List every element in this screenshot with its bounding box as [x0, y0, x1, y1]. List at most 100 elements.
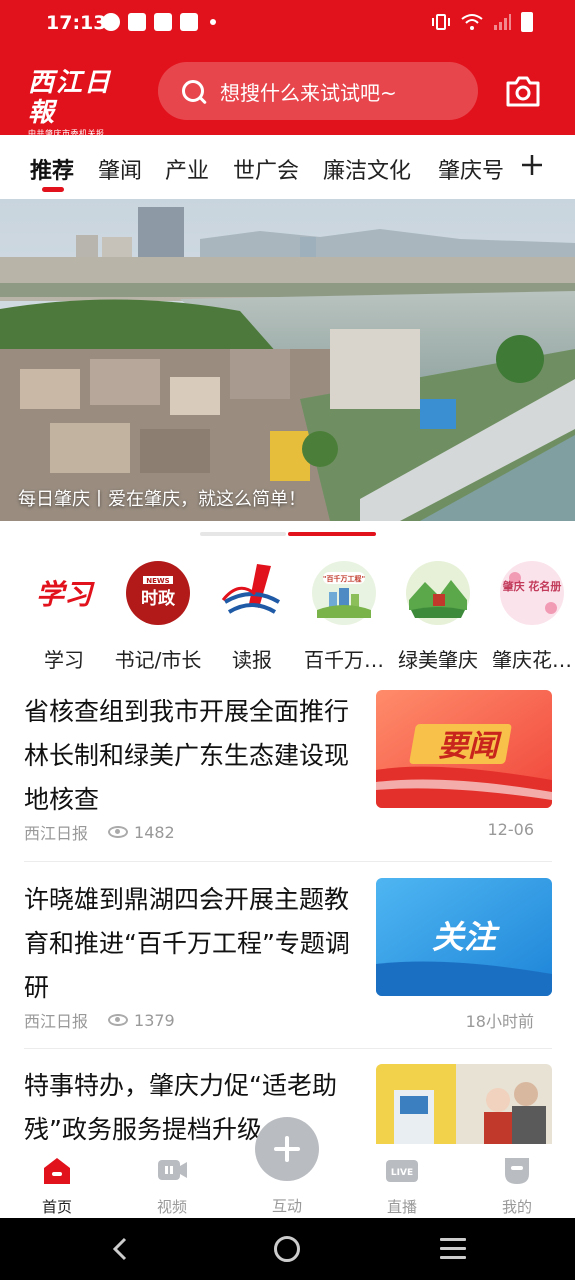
active-tab-indicator — [42, 187, 64, 192]
flower-roster-icon: 肇庆 花名册 — [500, 561, 564, 625]
news-views: 1482 — [108, 823, 175, 842]
headline-thumbnail-image: 要闻 — [376, 690, 552, 808]
app-logo[interactable]: 西江日報 中共肇庆市委机关报 — [28, 68, 132, 138]
banner-caption: 每日肇庆丨爱在肇庆，就这么简单！ — [18, 489, 306, 510]
more-notifications-icon — [210, 19, 216, 25]
baiqianwan-project-icon: "百千万工程" — [312, 561, 376, 625]
news-thumbnail: 要闻 — [376, 690, 552, 808]
carousel-indicator-inactive — [200, 532, 286, 536]
camera-icon[interactable] — [504, 72, 542, 110]
tab-zhaowen[interactable]: 肇闻 — [98, 153, 142, 185]
tab-industry[interactable]: 产业 — [165, 153, 209, 185]
interact-fab-button[interactable] — [255, 1117, 319, 1181]
back-icon[interactable] — [110, 1236, 130, 1262]
service-hall-photo — [376, 1064, 552, 1144]
shortcut-read-paper[interactable]: 读报 — [206, 560, 298, 673]
battery-icon — [521, 12, 533, 32]
nav-interact-label[interactable]: 互动 — [252, 1195, 322, 1216]
nav-label: 直播 — [386, 1198, 417, 1216]
news-meta: 西江日报 1482 — [24, 820, 175, 844]
divider — [24, 861, 552, 862]
shortcut-zhaoqing-flowers[interactable]: 肇庆 花名册 肇庆花… — [486, 560, 575, 673]
carousel-indicator-active — [288, 532, 376, 536]
shortcut-label: 书记/市长 — [114, 648, 202, 672]
plus-icon — [274, 1136, 300, 1162]
thumbnail-text: 要闻 — [438, 729, 502, 764]
focus-thumbnail-image: 关注 — [376, 878, 552, 996]
home-icon — [44, 1158, 70, 1184]
nav-label: 视频 — [156, 1198, 187, 1216]
shortcut-label: 学习 — [44, 648, 84, 672]
wifi-icon — [461, 14, 483, 30]
tab-integrity-culture[interactable]: 廉洁文化 — [323, 153, 411, 185]
nav-live[interactable]: LIVE 直播 — [367, 1154, 437, 1217]
home-button-icon[interactable] — [274, 1236, 300, 1262]
baiqianwan-icon-text: "百千万工程" — [323, 574, 365, 583]
status-bar: 17:13 — [0, 0, 575, 48]
news-item[interactable]: 省核查组到我市开展全面推行林长制和绿美广东生态建设现地核查 西江日报 1482 … — [24, 690, 552, 850]
nav-video[interactable]: 视频 — [137, 1154, 207, 1217]
shortcut-baiqianwan[interactable]: "百千万工程" 百千万… — [298, 560, 390, 673]
shortcut-study[interactable]: 学习 学习 — [18, 560, 110, 673]
search-bar[interactable]: 想搜什么来试试吧~ — [158, 62, 478, 120]
search-icon — [182, 80, 204, 102]
shortcut-label: 绿美肇庆 — [398, 648, 478, 672]
recent-apps-icon[interactable] — [440, 1238, 466, 1265]
shortcut-label: 肇庆花… — [492, 648, 572, 672]
news-views: 1379 — [108, 1011, 175, 1030]
app-header: 17:13 西江日報 中共肇庆市委机关报 想搜什么来试试吧~ — [0, 0, 575, 138]
news-view-count: 1482 — [134, 822, 175, 842]
news-item[interactable]: 许晓雄到鼎湖四会开展主题教育和推进“百千万工程”专题调研 西江日报 1379 1… — [24, 878, 552, 1038]
newspaper-logo-icon — [221, 564, 281, 614]
clock-app-icon — [102, 13, 120, 31]
shortcut-label: 读报 — [232, 648, 272, 672]
tab-zhaoqing-account[interactable]: 肇庆号 — [438, 153, 504, 185]
politics-news-icon: NEWS 时政 — [126, 561, 190, 625]
news-thumbnail — [376, 1064, 552, 1144]
tab-expo[interactable]: 世广会 — [233, 153, 299, 185]
nav-profile[interactable]: 我的 — [482, 1154, 552, 1217]
profile-icon — [505, 1158, 529, 1184]
banner-carousel[interactable]: 每日肇庆丨爱在肇庆，就这么简单！ — [0, 199, 575, 521]
category-tabs: 推荐 肇闻 产业 世广会 廉洁文化 肇庆号 — [0, 135, 575, 199]
study-icon-text: 学习 — [36, 578, 95, 611]
tab-recommend[interactable]: 推荐 — [30, 153, 74, 185]
search-placeholder: 想搜什么来试试吧~ — [220, 80, 397, 105]
news-time: 18小时前 — [465, 1012, 534, 1031]
green-zhaoqing-icon — [406, 561, 470, 625]
news-title: 许晓雄到鼎湖四会开展主题教育和推进“百千万工程”专题调研 — [24, 885, 350, 1002]
politics-icon-text: 时政 — [141, 588, 176, 609]
news-source: 西江日报 — [24, 1012, 89, 1031]
system-navigation-bar — [0, 1218, 575, 1280]
nav-home[interactable]: 首页 — [22, 1154, 92, 1217]
system-status-icons — [431, 12, 533, 32]
mail-icon — [128, 13, 146, 31]
notification-icons — [102, 13, 216, 31]
shortcut-green-zhaoqing[interactable]: 绿美肇庆 — [392, 560, 484, 673]
news-view-count: 1379 — [134, 1010, 175, 1030]
news-time: 12-06 — [487, 820, 535, 839]
mail-icon — [154, 13, 172, 31]
banner-image — [0, 199, 575, 521]
news-meta: 西江日报 1379 — [24, 1008, 175, 1032]
eye-icon — [108, 1014, 129, 1026]
study-icon: 学习 — [36, 578, 95, 611]
eye-icon — [108, 826, 129, 838]
divider — [24, 1048, 552, 1049]
news-badge-text: NEWS — [146, 577, 169, 585]
flower-icon-text: 肇庆 花名册 — [502, 579, 562, 593]
mail-icon — [180, 13, 198, 31]
thumbnail-text: 关注 — [432, 918, 500, 956]
news-title: 省核查组到我市开展全面推行林长制和绿美广东生态建设现地核查 — [24, 697, 350, 814]
news-source: 西江日报 — [24, 824, 89, 843]
vibrate-icon — [432, 14, 450, 30]
shortcut-secretary-mayor[interactable]: NEWS 时政 书记/市长 — [112, 560, 204, 673]
signal-icon — [494, 14, 511, 30]
logo-title: 西江日報 — [28, 68, 113, 128]
live-icon: LIVE — [386, 1160, 418, 1182]
add-tab-icon[interactable] — [520, 149, 544, 179]
status-time: 17:13 — [46, 12, 107, 34]
shortcut-label: 百千万… — [304, 648, 384, 672]
live-icon-text: LIVE — [391, 1168, 413, 1178]
nav-label: 我的 — [501, 1198, 532, 1216]
